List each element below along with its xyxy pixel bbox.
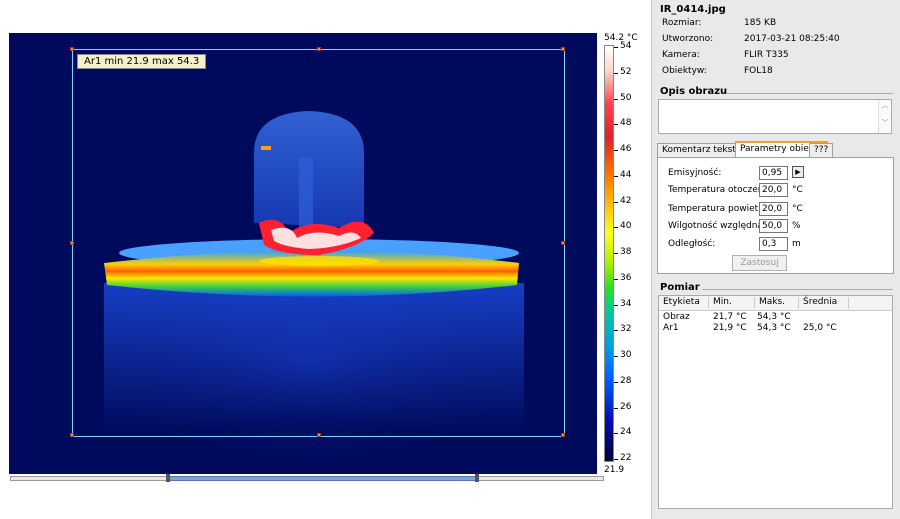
section-divider <box>726 93 893 94</box>
scale-tick <box>614 253 618 254</box>
humidity-label: Wilgotność względna: <box>668 221 766 231</box>
file-created-key: Utworzono: <box>662 34 714 44</box>
emissivity-table-button[interactable]: ▶ <box>792 166 804 178</box>
scale-tick <box>614 150 618 151</box>
scale-tick-label: 42 <box>620 196 632 206</box>
distance-label: Odległość: <box>668 239 716 249</box>
scale-tick <box>614 382 618 383</box>
file-size-key: Rozmiar: <box>662 18 702 28</box>
ambient-temp-unit: °C <box>792 185 803 195</box>
table-cell: Ar1 <box>663 323 679 333</box>
humidity-unit: % <box>792 221 801 231</box>
roi-handle[interactable] <box>561 47 565 51</box>
scale-tick <box>614 124 618 125</box>
roi-label: Ar1 min 21.9 max 54.3 <box>77 54 207 69</box>
scale-tick-label: 30 <box>620 350 632 360</box>
scale-tick <box>614 305 618 306</box>
distance-field[interactable]: 0,3 <box>759 237 788 251</box>
scale-tick <box>614 202 618 203</box>
temperature-scale-bar <box>604 45 614 462</box>
apply-button[interactable]: Zastosuj <box>732 255 787 271</box>
lens-value: FOL18 <box>744 66 773 76</box>
scale-tick-label: 34 <box>620 299 632 309</box>
ambient-temp-field[interactable]: 20,0 <box>759 183 788 197</box>
scale-tick <box>614 73 618 74</box>
scale-tick <box>614 227 618 228</box>
scale-tick-label: 44 <box>620 170 632 180</box>
scale-tick-label: 32 <box>620 324 632 334</box>
scale-tick-label: 52 <box>620 67 632 77</box>
scale-min-label: 21.9 <box>604 465 625 475</box>
column-header-label[interactable]: Etykieta <box>659 297 709 309</box>
camera-value: FLIR T335 <box>744 50 789 60</box>
table-cell: 21,7 °C <box>713 312 747 322</box>
scale-tick <box>614 356 618 357</box>
scale-tick-label: 40 <box>620 221 632 231</box>
play-arrow-icon: ▶ <box>795 168 801 176</box>
emissivity-field[interactable]: 0,95 <box>759 166 788 180</box>
scroll-thumb[interactable] <box>166 474 479 482</box>
scale-tick-label: 22 <box>620 453 632 463</box>
scale-tick <box>614 176 618 177</box>
scale-tick-label: 50 <box>620 93 632 103</box>
scroll-up-icon[interactable]: ︿ <box>879 100 891 110</box>
scroll-thumb-right-handle[interactable] <box>475 474 479 482</box>
scale-tick-label: 26 <box>620 402 632 412</box>
roi-handle[interactable] <box>70 47 74 51</box>
column-header-min[interactable]: Min. <box>709 297 755 309</box>
scale-tick <box>614 408 618 409</box>
table-cell: 21,9 °C <box>713 323 747 333</box>
table-cell: 25,0 °C <box>803 323 837 333</box>
section-divider <box>702 289 893 290</box>
column-header-max[interactable]: Maks. <box>755 297 799 309</box>
roi-rectangle[interactable] <box>70 47 565 437</box>
scroll-down-icon[interactable]: ﹀ <box>879 118 891 128</box>
lens-key: Obiektyw: <box>662 66 707 76</box>
scale-tick-label: 48 <box>620 118 632 128</box>
scale-tick-label: 54 <box>620 41 632 51</box>
distance-unit: m <box>792 239 801 249</box>
description-scrollbar[interactable]: ︿ ﹀ <box>878 100 891 133</box>
roi-handle[interactable] <box>561 433 565 437</box>
roi-handle[interactable] <box>317 47 321 51</box>
roi-handle[interactable] <box>70 433 74 437</box>
tab-unknown[interactable]: ??? <box>809 143 834 157</box>
air-temp-field[interactable]: 20,0 <box>759 202 788 216</box>
scale-tick <box>614 433 618 434</box>
humidity-field[interactable]: 50,0 <box>759 219 788 233</box>
scale-tick <box>614 99 618 100</box>
thermal-image: Ar1 min 21.9 max 54.3 <box>9 33 597 474</box>
file-name: IR_0414.jpg <box>660 4 726 15</box>
scroll-thumb-left-handle[interactable] <box>166 474 170 482</box>
scale-tick-label: 38 <box>620 247 632 257</box>
object-parameters-panel: Emisyjność: 0,95 ▶ Temperatura otoczenia… <box>657 157 894 274</box>
roi-handle[interactable] <box>561 241 565 245</box>
scale-tick-label: 24 <box>620 427 632 437</box>
roi-handle[interactable] <box>70 241 74 245</box>
scale-tick-label: 36 <box>620 273 632 283</box>
column-header-avg[interactable]: Średnia <box>799 297 849 309</box>
camera-key: Kamera: <box>662 50 700 60</box>
scale-tick <box>614 279 618 280</box>
roi-handle[interactable] <box>317 433 321 437</box>
air-temp-unit: °C <box>792 204 803 214</box>
table-cell: 54,3 °C <box>757 323 791 333</box>
emissivity-label: Emisyjność: <box>668 168 722 178</box>
scale-tick <box>614 330 618 331</box>
description-textarea[interactable]: ︿ ﹀ <box>658 99 892 134</box>
scale-tick-label: 28 <box>620 376 632 386</box>
right-panel: IR_0414.jpg Rozmiar: 185 KB Utworzono: 2… <box>651 0 900 519</box>
scale-tick <box>614 47 618 48</box>
horizontal-scrollbar[interactable] <box>10 474 604 482</box>
measurement-title: Pomiar <box>660 282 700 293</box>
scale-tick-label: 46 <box>620 144 632 154</box>
table-cell: Obraz <box>663 312 690 322</box>
file-created-value: 2017-03-21 08:25:40 <box>744 34 840 44</box>
scale-tick <box>614 459 618 460</box>
description-title: Opis obrazu <box>660 86 728 97</box>
table-cell: 54,3 °C <box>757 312 791 322</box>
file-size-value: 185 KB <box>744 18 777 28</box>
measurement-table: Etykieta Min. Maks. Średnia Obraz 21,7 °… <box>658 295 893 509</box>
